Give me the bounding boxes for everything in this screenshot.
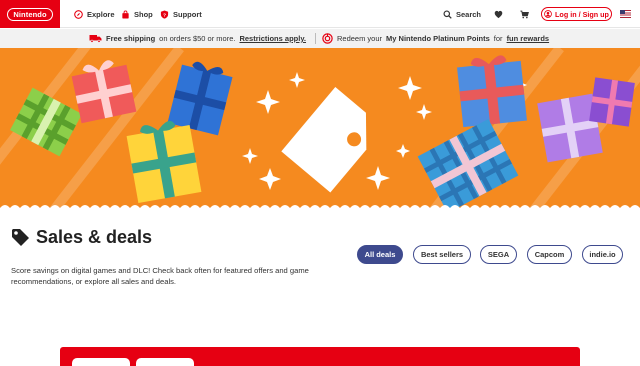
featured-deals-panel bbox=[60, 347, 580, 366]
nav-explore-label: Explore bbox=[87, 9, 115, 19]
hero-illustration bbox=[0, 48, 640, 216]
chip-sega[interactable]: SEGA bbox=[480, 245, 517, 264]
delivery-truck-icon bbox=[89, 35, 102, 43]
nav-shop[interactable]: Shop bbox=[121, 0, 153, 28]
shipping-promo: Free shipping on orders $50 or more. Res… bbox=[89, 29, 306, 48]
shopping-bag-icon bbox=[122, 10, 129, 19]
price-tag-icon bbox=[12, 229, 29, 246]
heart-icon bbox=[494, 10, 503, 18]
svg-text:?: ? bbox=[163, 12, 166, 18]
nav-shop-label: Shop bbox=[134, 9, 153, 19]
nav-explore[interactable]: Explore bbox=[74, 0, 115, 28]
us-flag-icon[interactable] bbox=[620, 10, 631, 18]
nav-support-label: Support bbox=[173, 9, 202, 19]
compass-icon bbox=[74, 9, 83, 19]
deal-card[interactable] bbox=[72, 358, 130, 366]
my-nintendo-points-icon bbox=[322, 33, 333, 44]
platinum-points-text: My Nintendo Platinum Points bbox=[386, 34, 490, 43]
cart-button[interactable] bbox=[520, 0, 529, 28]
chip-indie-io[interactable]: indie.io bbox=[582, 245, 623, 264]
login-label: Log in / Sign up bbox=[555, 9, 609, 19]
gift-purple-small bbox=[589, 77, 635, 127]
page-title-row: Sales & deals bbox=[10, 225, 152, 249]
fun-rewards-link[interactable]: fun rewards bbox=[507, 34, 550, 43]
search-button[interactable]: Search bbox=[443, 0, 481, 28]
search-icon bbox=[443, 9, 452, 19]
chip-all-deals[interactable]: All deals bbox=[357, 245, 403, 264]
restrictions-link[interactable]: Restrictions apply. bbox=[239, 34, 306, 43]
page-description: Score savings on digital games and DLC! … bbox=[11, 266, 309, 286]
chip-best-sellers[interactable]: Best sellers bbox=[413, 245, 471, 264]
promo-bar: Free shipping on orders $50 or more. Res… bbox=[0, 29, 640, 48]
free-shipping-text: Free shipping bbox=[106, 34, 156, 43]
user-icon bbox=[544, 10, 552, 18]
page-title: Sales & deals bbox=[36, 226, 153, 247]
search-label: Search bbox=[456, 9, 482, 19]
cart-icon bbox=[520, 10, 529, 18]
shipping-detail-text: on orders $50 or more. bbox=[159, 34, 236, 43]
deal-card[interactable] bbox=[136, 358, 194, 366]
logo-text: Nintendo bbox=[7, 7, 53, 21]
nav-support[interactable]: ? Support bbox=[160, 0, 202, 28]
redeem-text: Redeem your bbox=[337, 34, 383, 43]
chip-capcom[interactable]: Capcom bbox=[527, 245, 572, 264]
for-text: for bbox=[493, 34, 503, 43]
shield-icon: ? bbox=[160, 10, 169, 19]
wishlist-button[interactable] bbox=[494, 0, 503, 28]
nintendo-logo[interactable]: Nintendo bbox=[0, 0, 60, 28]
login-signup-button[interactable]: Log in / Sign up bbox=[541, 7, 612, 21]
top-nav: Nintendo Explore Shop ? Support Search L… bbox=[0, 0, 640, 28]
promo-divider bbox=[315, 33, 316, 44]
sales-hero-banner bbox=[0, 48, 640, 216]
points-promo: Redeem your My Nintendo Platinum Points … bbox=[322, 29, 549, 48]
